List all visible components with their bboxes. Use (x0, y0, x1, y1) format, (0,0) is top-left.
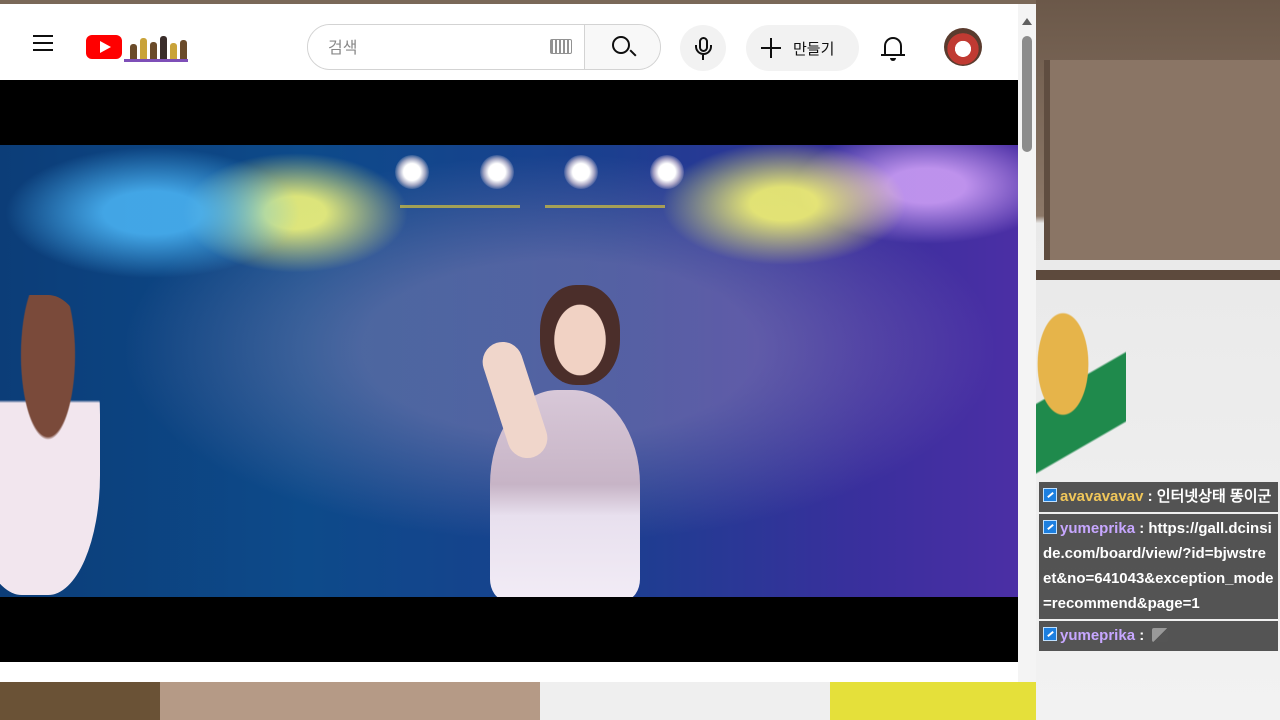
chat-username: yumeprika (1060, 520, 1136, 537)
chat-message: yumeprika : (1039, 621, 1278, 651)
video-player[interactable] (0, 80, 1018, 662)
background-block (830, 682, 1036, 720)
mic-button[interactable] (680, 25, 726, 71)
scroll-thumb[interactable] (1022, 36, 1032, 152)
menu-icon[interactable] (28, 28, 58, 58)
scroll-up-arrow[interactable] (1022, 18, 1032, 25)
chat-username: avavavavav (1060, 488, 1144, 505)
chat-separator: : (1143, 488, 1157, 505)
chat-separator: : (1135, 627, 1149, 644)
search-icon (612, 36, 630, 54)
youtube-doodle (124, 32, 188, 62)
background-cartoon-character (1036, 310, 1126, 490)
background-block (540, 682, 830, 720)
chat-separator: : (1135, 520, 1149, 537)
youtube-play-icon (86, 35, 122, 59)
background-bottom-scene (0, 682, 1036, 720)
video-side-dancer (0, 295, 100, 595)
search-input[interactable] (308, 25, 584, 69)
create-button[interactable]: 만들기 (746, 25, 859, 71)
bell-icon[interactable] (877, 31, 909, 65)
background-shelf (1036, 270, 1280, 280)
youtube-logo[interactable] (86, 32, 188, 62)
chat-username: yumeprika (1060, 627, 1136, 644)
chat-message: yumeprika : https://gall.dcinside.com/bo… (1039, 514, 1278, 619)
subscriber-badge-icon (1043, 488, 1057, 502)
youtube-header: 만들기 (0, 4, 1018, 80)
search-icon-handle (629, 49, 637, 57)
search-button[interactable] (584, 25, 660, 69)
search-box (307, 24, 661, 70)
scrollbar[interactable] (1018, 4, 1036, 682)
chat-overlay: avavavavav : 인터넷상태 똥이군 yumeprika : https… (1039, 482, 1280, 720)
mic-icon-stem (702, 55, 704, 60)
mic-icon-cup (695, 45, 712, 55)
youtube-window: 만들기 (0, 4, 1036, 682)
plus-icon (761, 38, 781, 58)
background-block (160, 682, 540, 720)
background-panel (1044, 60, 1280, 260)
keyboard-icon[interactable] (550, 39, 572, 54)
subscriber-badge-icon (1043, 520, 1057, 534)
video-frame (0, 145, 1018, 597)
video-dancer-head (540, 285, 620, 385)
emote-icon (1152, 628, 1169, 642)
avatar[interactable] (944, 28, 982, 66)
background-block (0, 682, 160, 720)
chat-message: avavavavav : 인터넷상태 똥이군 (1039, 482, 1278, 512)
subscriber-badge-icon (1043, 627, 1057, 641)
create-label: 만들기 (793, 39, 835, 58)
chat-text: 인터넷상태 똥이군 (1156, 488, 1272, 505)
